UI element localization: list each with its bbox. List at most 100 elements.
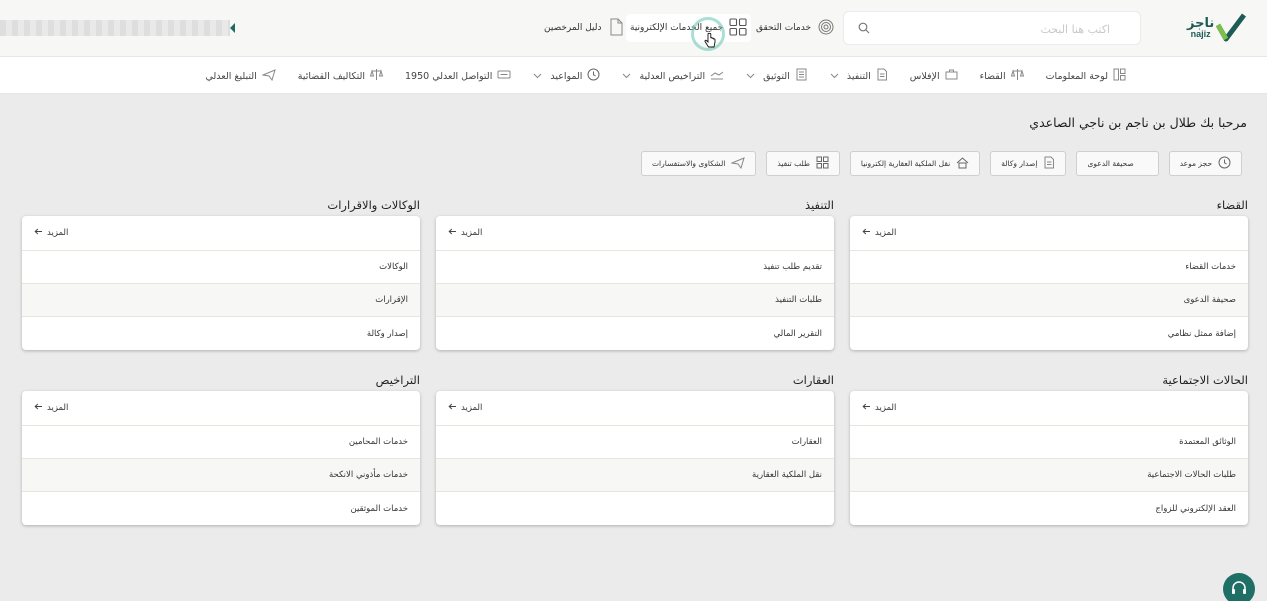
section-list-item[interactable]: الإقرارات xyxy=(22,284,420,317)
section-card: المزيد الوثائق المعتمدة طلبات الحالات الاج… xyxy=(850,391,1248,525)
nav-item-8[interactable]: التكاليف القضائية xyxy=(297,68,384,84)
chevron-down-icon xyxy=(622,71,631,82)
section-card: المزيد خدمات المحامين خدمات مأذوني الانكحة… xyxy=(22,391,420,525)
arrow-left-icon xyxy=(862,228,871,238)
nav-list: لوحة المعلومات القضاء الإفلاس التنفيذ التوثي… xyxy=(205,57,1126,95)
section-list-item[interactable]: التقرير المالي xyxy=(436,317,834,350)
section-title: الوكالات والاقرارات xyxy=(327,198,420,212)
quick-action-label: الشكاوى والاستفسارات xyxy=(651,159,726,168)
section-title: القضاء xyxy=(1216,198,1248,212)
quick-action-button-0[interactable]: حجز موعد xyxy=(1168,151,1242,176)
card-header: المزيد xyxy=(436,216,834,251)
grid-icon xyxy=(729,17,747,39)
document-icon xyxy=(876,68,888,84)
more-label: المزيد xyxy=(461,403,483,413)
section-title: التنفيذ xyxy=(805,198,834,212)
section-icon: § xyxy=(1134,156,1148,171)
nav-item-label: المواعيد xyxy=(550,70,583,82)
section-title: العقارات xyxy=(792,373,834,387)
section-list-item[interactable]: العقد الإلكتروني للزواج xyxy=(850,492,1248,525)
quick-action-button-4[interactable]: طلب تنفيذ xyxy=(766,151,840,176)
section-list-item[interactable]: صحيفة الدعوى xyxy=(850,284,1248,317)
quick-action-label: طلب تنفيذ xyxy=(777,159,810,168)
card-header: المزيد xyxy=(436,391,834,426)
search-input[interactable] xyxy=(870,18,1110,40)
nav-item-6[interactable]: المواعيد xyxy=(533,68,600,84)
more-link[interactable]: المزيد xyxy=(862,403,896,413)
more-link[interactable]: المزيد xyxy=(448,403,482,413)
section-list-item xyxy=(436,492,834,525)
verification-services-link[interactable]: خدمات التحقق xyxy=(756,17,835,39)
more-label: المزيد xyxy=(875,403,897,413)
more-link[interactable]: المزيد xyxy=(34,228,68,238)
fingerprint-icon xyxy=(817,18,835,39)
section-list-item[interactable]: خدمات الموثقين xyxy=(22,492,420,525)
all-services-link[interactable]: جميع الخدمات الإلكترونية xyxy=(626,14,752,42)
nav-item-label: القضاء xyxy=(979,70,1006,82)
nav-item-label: التراخيص العدلية xyxy=(639,70,706,82)
licensees-guide-link[interactable]: دليل المرخصين xyxy=(544,17,624,39)
section-list-item[interactable]: خدمات مأذوني الانكحة xyxy=(22,459,420,492)
section-list-item[interactable]: خدمات المحامين xyxy=(22,426,420,459)
arrow-left-icon xyxy=(862,403,871,413)
verification-services-label: خدمات التحقق xyxy=(756,23,812,33)
quick-action-button-2[interactable]: إصدار وكالة xyxy=(990,151,1067,176)
service-section: العقارات المزيد العقارات نقل الملكية العقار… xyxy=(436,373,834,525)
section-list-item[interactable]: إضافة ممثل نظامي xyxy=(850,317,1248,350)
chevron-down-icon xyxy=(533,71,542,82)
more-label: المزيد xyxy=(47,403,69,413)
nav-item-label: التبليغ العدلي xyxy=(205,70,257,82)
section-list-item[interactable]: طلبات الحالات الاجتماعية xyxy=(850,459,1248,492)
najiz-logo[interactable]: ناجز najiz xyxy=(1187,8,1249,48)
nav-item-4[interactable]: التوثيق xyxy=(746,68,808,84)
nav-item-9[interactable]: التبليغ العدلي xyxy=(205,68,276,84)
chat-support-button[interactable] xyxy=(1223,573,1255,601)
section-list-item[interactable]: الوكالات xyxy=(22,251,420,284)
message-icon xyxy=(497,69,511,84)
nav-item-0[interactable]: لوحة المعلومات xyxy=(1046,68,1126,84)
top-header: ناجز najiz خدمات التحقق جميع الخدمات الإ… xyxy=(0,0,1267,56)
nav-item-label: التكاليف القضائية xyxy=(297,70,365,82)
grid-icon xyxy=(816,156,829,171)
section-list-item[interactable]: العقارات xyxy=(436,426,834,459)
section-list-item[interactable]: تقديم طلب تنفيذ xyxy=(436,251,834,284)
more-link[interactable]: المزيد xyxy=(34,403,68,413)
logo-text: ناجز najiz xyxy=(1187,17,1214,39)
quick-action-label: حجز موعد xyxy=(1179,159,1212,168)
more-link[interactable]: المزيد xyxy=(862,228,896,238)
quick-action-button-5[interactable]: الشكاوى والاستفسارات xyxy=(640,151,757,176)
more-link[interactable]: المزيد xyxy=(448,228,482,238)
search-icon[interactable] xyxy=(858,22,870,37)
chevron-down-icon xyxy=(746,71,755,82)
dashboard-icon xyxy=(1113,68,1126,84)
home-icon xyxy=(956,156,969,171)
section-card: المزيد العقارات نقل الملكية العقارية xyxy=(436,391,834,525)
service-section: الحالات الاجتماعية المزيد الوثائق المعتمدة… xyxy=(850,373,1248,525)
nav-item-2[interactable]: الإفلاس xyxy=(910,68,958,84)
section-list-item[interactable]: طلبات التنفيذ xyxy=(436,284,834,317)
quick-action-label: صحيفة الدعوى xyxy=(1087,159,1134,168)
section-list-item[interactable]: نقل الملكية العقارية xyxy=(436,459,834,492)
section-card: المزيد تقديم طلب تنفيذ طلبات التنفيذ التقري… xyxy=(436,216,834,350)
service-section: التراخيص المزيد خدمات المحامين خدمات مأذوني… xyxy=(22,373,420,525)
quick-action-button-1[interactable]: §صحيفة الدعوى xyxy=(1076,151,1159,176)
nav-item-7[interactable]: التواصل العدلي 1950 xyxy=(405,69,511,84)
section-list-item[interactable]: خدمات القضاء xyxy=(850,251,1248,284)
nav-item-5[interactable]: التراخيص العدلية xyxy=(622,69,724,84)
nav-item-3[interactable]: التنفيذ xyxy=(830,68,888,84)
service-section: القضاء المزيد خدمات القضاء صحيفة الدعوى إضاف… xyxy=(850,198,1248,350)
redacted-user-bar xyxy=(0,20,235,36)
clock-icon xyxy=(1218,156,1231,171)
main-navigation: لوحة المعلومات القضاء الإفلاس التنفيذ التوثي… xyxy=(0,56,1267,94)
quick-action-button-3[interactable]: نقل الملكية العقارية إلكترونيا xyxy=(849,151,981,176)
arrow-left-icon xyxy=(34,403,43,413)
section-list-item[interactable]: الوثائق المعتمدة xyxy=(850,426,1248,459)
nav-item-1[interactable]: القضاء xyxy=(980,68,1024,84)
card-header: المزيد xyxy=(22,391,420,426)
headset-icon xyxy=(1232,581,1246,594)
more-label: المزيد xyxy=(461,228,483,238)
send-icon xyxy=(730,156,746,171)
hand-cursor-icon xyxy=(704,32,716,52)
clock-icon xyxy=(587,68,600,84)
section-list-item[interactable]: إصدار وكالة xyxy=(22,317,420,350)
